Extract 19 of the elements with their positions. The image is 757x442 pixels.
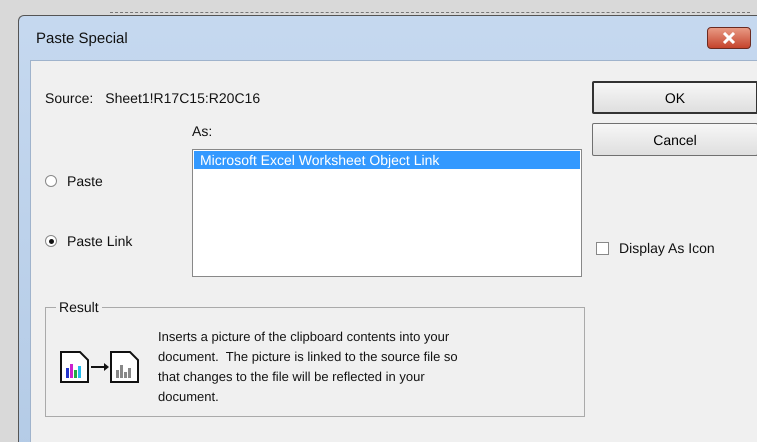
paste-link-icon [60, 350, 140, 384]
checkbox[interactable] [596, 242, 609, 254]
close-button[interactable] [707, 27, 751, 49]
close-icon [722, 32, 736, 44]
radio-label: Paste Link [67, 233, 132, 249]
radio-option[interactable]: Paste Link [45, 233, 192, 249]
dialog-button[interactable]: Cancel [592, 123, 757, 156]
group-title: Result [56, 299, 102, 315]
checkbox-label: Display As Icon [619, 240, 715, 256]
radio-icon[interactable] [45, 235, 57, 247]
radio-option[interactable]: Paste [45, 173, 192, 189]
as-label: As: [192, 123, 214, 141]
window-title: Paste Special [35, 30, 128, 46]
result-description: Inserts a picture of the clipboard contents into your document. The picture is linked to the source file so that changes to the file will be reflected in your document. [158, 328, 459, 406]
source-value: Sheet1!R17C15:R20C16 [105, 90, 260, 106]
dialog-button[interactable]: OK [592, 81, 757, 114]
radio-label: Paste [67, 173, 103, 189]
source-label: Source: [45, 90, 94, 106]
radio-icon[interactable] [45, 175, 57, 187]
